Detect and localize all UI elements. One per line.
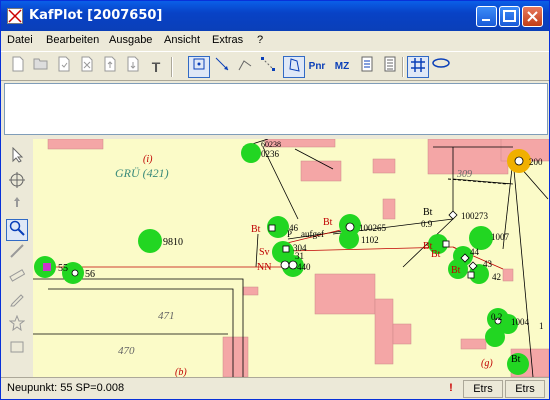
label-43: 43 (483, 259, 493, 269)
green-points (34, 143, 529, 375)
status-pane-crs-2[interactable]: Etrs (505, 380, 545, 398)
list-icon[interactable] (379, 56, 401, 78)
label-56: 56 (85, 269, 95, 280)
label-60238: 60238 (261, 140, 281, 149)
menu-ausgabe[interactable]: Ausgabe (109, 34, 152, 46)
menu-datei[interactable]: Datei (7, 34, 33, 46)
label-100273: 100273 (461, 211, 489, 221)
label-471: 471 (158, 310, 175, 322)
menu-bearbeiten[interactable]: Bearbeiten (46, 34, 99, 46)
open-folder-icon[interactable] (30, 56, 52, 78)
menu-extras[interactable]: Extras (212, 34, 243, 46)
pencil-icon[interactable] (6, 291, 28, 313)
ellipse-icon[interactable] (430, 56, 452, 78)
star-icon[interactable] (6, 314, 28, 337)
label-nn: NN (257, 262, 271, 273)
magenta-point (43, 263, 51, 271)
arrow-line-icon[interactable] (211, 56, 233, 78)
label-bt-4: Bt (431, 249, 441, 260)
import-icon[interactable] (122, 56, 144, 78)
label-gruen: GRÜ (421) (115, 165, 169, 180)
pan-icon[interactable] (6, 195, 28, 217)
toolbar-separator (171, 57, 173, 77)
label-440: 440 (297, 262, 311, 272)
menu-help[interactable]: ? (257, 34, 263, 46)
status-text: Neupunkt: 55 SP=0.008 (7, 382, 125, 394)
label-470: 470 (118, 345, 135, 357)
select-point-icon[interactable] (188, 56, 210, 78)
label-0-9: 0.9 (421, 219, 433, 229)
maximize-button[interactable] (499, 6, 520, 27)
text-tool-icon[interactable]: T (145, 56, 167, 78)
toolbar: T Pnr MZ (1, 51, 549, 81)
area-tool-icon[interactable] (283, 56, 305, 78)
label-31: 31 (295, 251, 304, 261)
measure-line-icon[interactable] (257, 56, 279, 78)
label-bt-7: Bt (423, 207, 433, 218)
map-canvas[interactable]: (i) GRÜ (421) 9810 55 56 60238 0236 1002… (33, 139, 549, 377)
label-55: 55 (58, 263, 68, 274)
alert-icon: ! (449, 382, 453, 394)
export-icon[interactable] (99, 56, 121, 78)
label-bt-5: Bt (451, 265, 461, 276)
label-200: 200 (529, 157, 543, 167)
label-p: P (287, 229, 292, 239)
grid-icon[interactable] (407, 56, 429, 78)
line-tool-icon[interactable] (6, 243, 28, 265)
label-1: 1 (539, 321, 544, 331)
label-bt-2: Bt (323, 217, 333, 228)
minimize-button[interactable] (476, 6, 497, 27)
pnr-button[interactable]: Pnr (306, 56, 328, 78)
pointer-icon[interactable] (6, 146, 28, 169)
ruler-icon[interactable] (6, 267, 28, 289)
rectangle-icon[interactable] (6, 339, 28, 361)
label-9810: 9810 (163, 237, 183, 248)
label-1004: 1004 (511, 317, 530, 327)
map-svg[interactable]: (i) GRÜ (421) 9810 55 56 60238 0236 1002… (33, 139, 549, 377)
polyline-icon[interactable] (234, 56, 256, 78)
status-pane-crs-1[interactable]: Etrs (463, 380, 503, 398)
status-bar: Neupunkt: 55 SP=0.008 ! Etrs Etrs (1, 377, 549, 399)
menu-ansicht[interactable]: Ansicht (164, 34, 200, 46)
label-b: (b) (175, 367, 187, 377)
left-tool-sidebar (1, 139, 33, 377)
label-g: (g) (481, 358, 493, 369)
command-input-panel[interactable] (4, 83, 548, 135)
label-42: 42 (492, 272, 501, 282)
new-file-icon[interactable] (7, 56, 29, 78)
label-1007: 1007 (491, 232, 510, 242)
title-bar[interactable]: KafPlot [2007650] (1, 1, 549, 31)
label-309: 309 (456, 169, 472, 180)
window-title: KafPlot [2007650] (29, 8, 163, 23)
menu-bar: Datei Bearbeiten Ausgabe Ansicht Extras … (1, 31, 549, 51)
label-100265: 100265 (359, 223, 387, 233)
label-sv: Sv (259, 247, 270, 258)
crosshair-icon[interactable] (6, 171, 28, 193)
label-1102: 1102 (361, 235, 379, 245)
delete-file-icon[interactable] (76, 56, 98, 78)
label-44: 44 (470, 247, 480, 257)
toolbar-separator-2 (402, 57, 404, 77)
app-window: KafPlot [2007650] Datei Bearbeiten Ausga… (0, 0, 550, 400)
label-bt-6: Bt (511, 354, 521, 365)
mz-button[interactable]: MZ (331, 56, 353, 78)
app-icon (7, 8, 23, 24)
label-aufgef: aufgef (301, 229, 324, 239)
close-button[interactable] (522, 6, 543, 27)
label-0-2: 0.2 (491, 312, 502, 322)
save-icon[interactable] (53, 56, 75, 78)
zoom-icon[interactable] (6, 219, 28, 241)
label-flurstueck-i: (i) (143, 154, 153, 165)
label-0236: 0236 (261, 149, 280, 159)
document-icon[interactable] (356, 56, 378, 78)
label-bt-1: Bt (251, 224, 261, 235)
